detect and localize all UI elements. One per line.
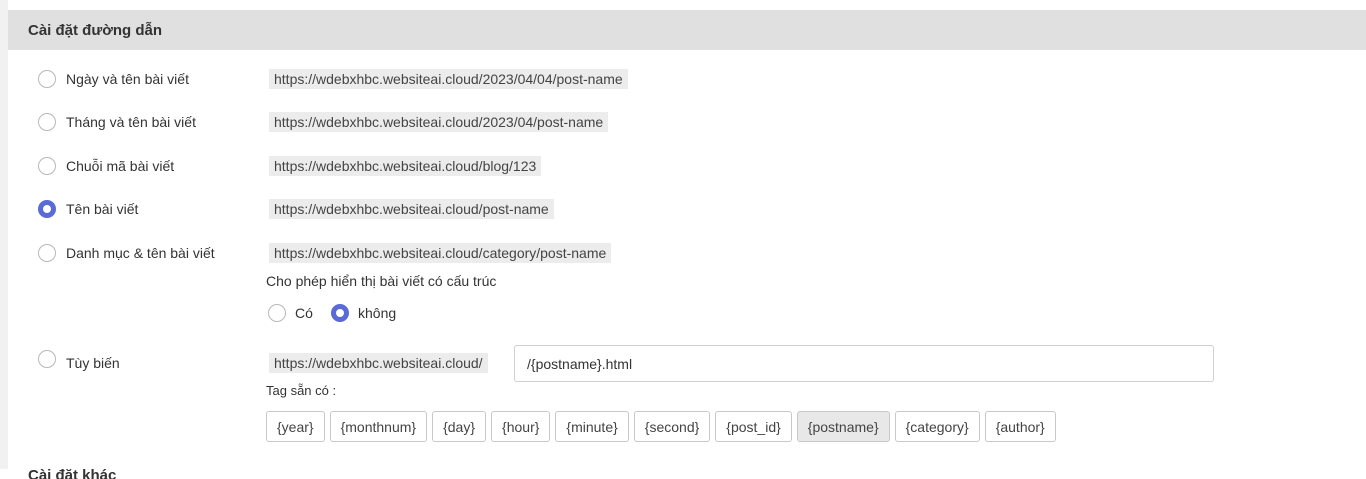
tag-minute[interactable]: {minute} xyxy=(555,411,629,442)
tag-postname[interactable]: {postname} xyxy=(796,411,890,442)
structured-yes-label: Có xyxy=(295,305,313,321)
tag-post-id[interactable]: {post_id} xyxy=(715,411,792,442)
page-gutter xyxy=(0,0,8,469)
radio-post-name[interactable] xyxy=(38,200,56,218)
tag-category[interactable]: {category} xyxy=(894,411,980,442)
structured-yes-option[interactable]: Có xyxy=(268,303,313,323)
panel-title: Cài đặt đường dẫn xyxy=(8,10,1366,50)
option-label: Tên bài viết xyxy=(66,201,139,217)
tag-day[interactable]: {day} xyxy=(432,411,487,442)
tag-author[interactable]: {author} xyxy=(984,411,1056,442)
permalink-option-month-name[interactable]: Tháng và tên bài viết xyxy=(38,110,196,134)
url-example: https://wdebxhbc.websiteai.cloud/2023/04… xyxy=(269,69,628,89)
radio-structured-yes[interactable] xyxy=(268,304,286,322)
custom-permalink-input[interactable]: /{postname}.html xyxy=(514,345,1214,382)
next-section-title: Cài đặt khác xyxy=(28,467,117,479)
structured-no-option[interactable]: không xyxy=(331,303,396,323)
radio-post-id[interactable] xyxy=(38,157,56,175)
option-label: Chuỗi mã bài viết xyxy=(66,158,175,174)
option-label: Danh mục & tên bài viết xyxy=(66,245,215,261)
tag-hour[interactable]: {hour} xyxy=(491,411,551,442)
permalink-option-custom[interactable]: Tùy biến xyxy=(38,347,120,371)
permalink-option-category-name[interactable]: Danh mục & tên bài viết xyxy=(38,241,215,265)
permalink-option-post-id[interactable]: Chuỗi mã bài viết xyxy=(38,154,174,178)
permalink-option-date-name[interactable]: Ngày và tên bài viết xyxy=(38,67,189,91)
radio-structured-no[interactable] xyxy=(331,304,349,322)
settings-page: Cài đặt đường dẫn Ngày và tên bài viết h… xyxy=(0,0,1366,479)
option-label: Tùy biến xyxy=(66,355,120,371)
tag-monthnum[interactable]: {monthnum} xyxy=(329,411,428,442)
structured-no-label: không xyxy=(358,305,397,321)
radio-category-name[interactable] xyxy=(38,244,56,262)
url-example: https://wdebxhbc.websiteai.cloud/blog/12… xyxy=(269,156,542,176)
permalink-settings-panel: Cài đặt đường dẫn Ngày và tên bài viết h… xyxy=(8,10,1366,479)
available-tags: {year} {monthnum} {day} {hour} {minute} … xyxy=(266,411,1061,442)
radio-custom[interactable] xyxy=(38,350,56,368)
structured-display-title: Cho phép hiển thị bài viết có cấu trúc xyxy=(266,273,497,289)
custom-base-url: https://wdebxhbc.websiteai.cloud/ xyxy=(269,353,488,373)
available-tags-title: Tag sẵn có : xyxy=(266,383,337,398)
radio-month-name[interactable] xyxy=(38,113,56,131)
url-example: https://wdebxhbc.websiteai.cloud/categor… xyxy=(269,243,612,263)
option-label: Tháng và tên bài viết xyxy=(66,114,196,130)
url-example: https://wdebxhbc.websiteai.cloud/2023/04… xyxy=(269,112,609,132)
tag-year[interactable]: {year} xyxy=(266,411,325,442)
permalink-option-post-name[interactable]: Tên bài viết xyxy=(38,197,138,221)
tag-second[interactable]: {second} xyxy=(633,411,711,442)
url-example: https://wdebxhbc.websiteai.cloud/post-na… xyxy=(269,199,554,219)
option-label: Ngày và tên bài viết xyxy=(66,71,189,87)
radio-date-name[interactable] xyxy=(38,70,56,88)
